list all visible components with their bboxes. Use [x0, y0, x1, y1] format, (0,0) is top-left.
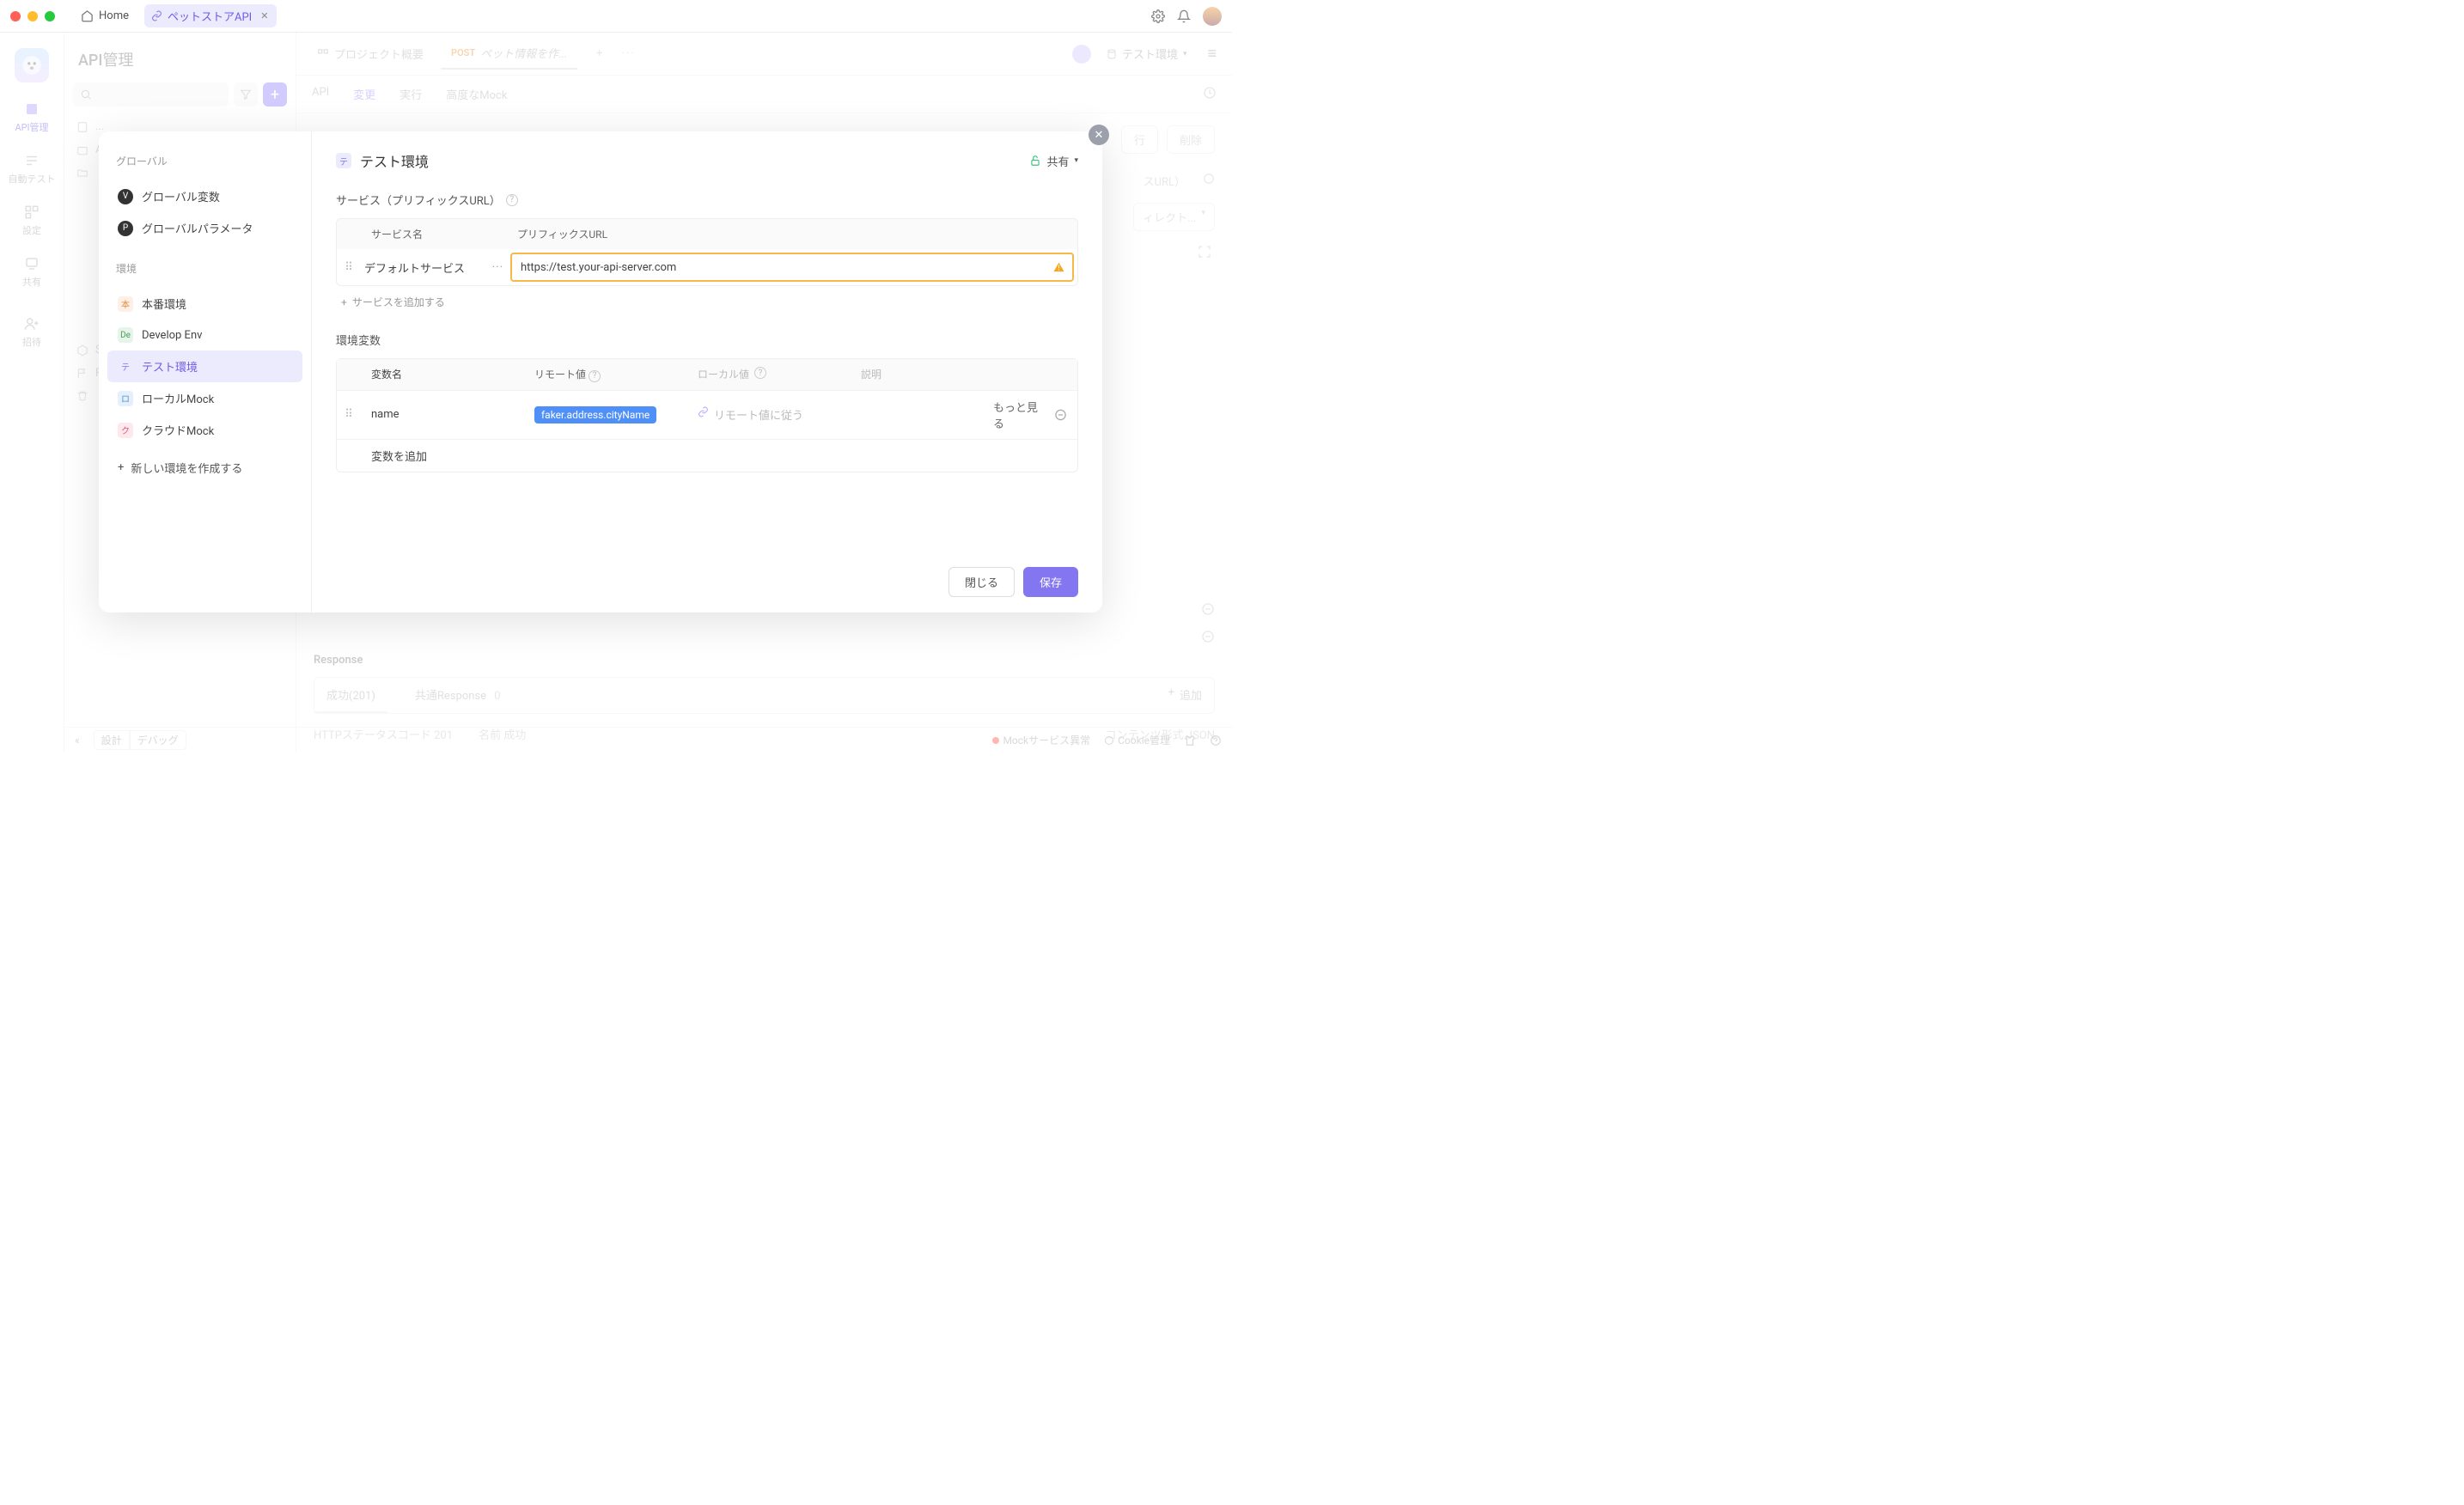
add-service-label: サービスを追加する [352, 295, 445, 309]
env-item-label: 本番環境 [142, 296, 186, 312]
var-head-local: ローカル値 ? [687, 359, 851, 390]
close-button[interactable]: 閉じる [948, 567, 1015, 597]
var-name[interactable]: name [361, 400, 524, 429]
modal-sidebar: グローバル V グローバル変数 P グローバルパラメータ 環境 本本番環境DeD… [99, 131, 312, 612]
url-input[interactable] [510, 253, 1074, 282]
env-badge: ク [118, 423, 133, 438]
var-more-link[interactable]: もっと見る [993, 399, 1046, 431]
home-icon [81, 9, 94, 22]
environment-modal: ✕ グローバル V グローバル変数 P グローバルパラメータ 環境 本本番環境D… [99, 131, 1102, 612]
env-badge: テ [336, 153, 351, 168]
share-label: 共有 [1046, 153, 1069, 169]
env-item-label: クラウドMock [142, 422, 214, 438]
close-tab-icon[interactable]: ✕ [260, 10, 268, 21]
global-vars-item[interactable]: V グローバル変数 [107, 180, 302, 212]
service-table: サービス名 プリフィックスURL ⠿ デフォルトサービス ··· [336, 218, 1078, 286]
variable-placeholder-row[interactable]: 変数を追加 [337, 439, 1077, 472]
svc-head-url: プリフィックスURL [507, 219, 1077, 249]
global-params-label: グローバルパラメータ [142, 220, 253, 236]
env-item-label: ローカルMock [142, 390, 214, 406]
envvar-section-label: 環境変数 [336, 332, 1078, 348]
env-item-cloud[interactable]: ククラウドMock [107, 414, 302, 446]
service-row: ⠿ デフォルトサービス ··· [337, 249, 1077, 285]
add-environment[interactable]: + 新しい環境を作成する [107, 451, 302, 484]
info-icon[interactable]: ? [754, 367, 766, 379]
global-header: グローバル [107, 149, 302, 180]
save-button[interactable]: 保存 [1023, 567, 1078, 597]
env-item-label: Develop Env [142, 329, 202, 342]
unlock-icon [1029, 155, 1041, 167]
link-icon [151, 10, 162, 21]
env-item-local[interactable]: ロローカルMock [107, 382, 302, 414]
traffic-lights [10, 11, 55, 21]
service-section-label: サービス（プリフィックスURL） ? [336, 192, 1078, 208]
modal-title: テスト環境 [360, 150, 429, 171]
service-name[interactable]: デフォルトサービス [364, 259, 465, 276]
add-service[interactable]: + サービスを追加する [336, 295, 1078, 309]
modal-content: テ テスト環境 共有 ▾ サービス（プリフィックスURL） ? サービス名 プリ… [312, 131, 1102, 612]
drag-handle-icon[interactable]: ⠿ [337, 400, 361, 429]
p-badge: P [118, 221, 133, 236]
global-vars-label: グローバル変数 [142, 188, 220, 204]
var-placeholder: 変数を追加 [361, 440, 524, 472]
link-icon [698, 406, 709, 417]
env-badge: テ [118, 359, 133, 375]
avatar[interactable] [1203, 7, 1222, 26]
var-remote-tag[interactable]: faker.address.cityName [534, 406, 656, 423]
plus-icon: + [341, 296, 347, 308]
drag-handle-icon[interactable]: ⠿ [337, 249, 361, 285]
home-label: Home [99, 9, 129, 22]
remove-icon[interactable] [1054, 408, 1067, 422]
var-head-desc: 説明 [851, 359, 983, 390]
v-badge: V [118, 189, 133, 204]
home-tab[interactable]: Home [72, 6, 137, 26]
env-item-dev[interactable]: De Develop Env [107, 320, 302, 350]
var-head-remote: リモート値 ? [524, 359, 687, 390]
modal-overlay: ✕ グローバル V グローバル変数 P グローバルパラメータ 環境 本本番環境D… [0, 33, 1232, 752]
close-window-icon[interactable] [10, 11, 21, 21]
env-badge: ロ [118, 391, 133, 406]
variable-table: 変数名 リモート値 ? ローカル値 ? 説明 ⠿ name faker.addr… [336, 358, 1078, 472]
warning-icon [1052, 261, 1065, 274]
modal-close-button[interactable]: ✕ [1089, 125, 1109, 145]
share-selector[interactable]: 共有 ▾ [1029, 153, 1078, 169]
project-tab[interactable]: ペットストアAPI ✕ [144, 4, 277, 27]
env-badge: 本 [118, 296, 133, 312]
add-env-label: 新しい環境を作成する [131, 460, 242, 476]
env-header: 環境 [107, 256, 302, 288]
gear-icon[interactable] [1151, 9, 1165, 23]
global-params-item[interactable]: P グローバルパラメータ [107, 212, 302, 244]
minimize-window-icon[interactable] [27, 11, 38, 21]
info-icon[interactable]: ? [506, 194, 518, 206]
plus-icon: + [118, 461, 124, 474]
env-badge: De [118, 327, 133, 343]
maximize-window-icon[interactable] [45, 11, 55, 21]
var-local[interactable]: リモート値に従う [687, 399, 851, 430]
info-icon[interactable]: ? [589, 370, 601, 382]
bell-icon[interactable] [1177, 9, 1191, 23]
project-tab-label: ペットストアAPI [168, 8, 252, 24]
env-item-label: テスト環境 [142, 358, 198, 375]
var-head-name: 変数名 [361, 359, 524, 390]
svc-head-name: サービス名 [361, 219, 507, 249]
env-item-hon[interactable]: 本本番環境 [107, 288, 302, 320]
env-item-test[interactable]: テテスト環境 [107, 350, 302, 382]
variable-row: ⠿ name faker.address.cityName リモート値に従う も… [337, 390, 1077, 439]
window-chrome: Home ペットストアAPI ✕ [0, 0, 1232, 33]
service-more-icon[interactable]: ··· [492, 261, 503, 274]
